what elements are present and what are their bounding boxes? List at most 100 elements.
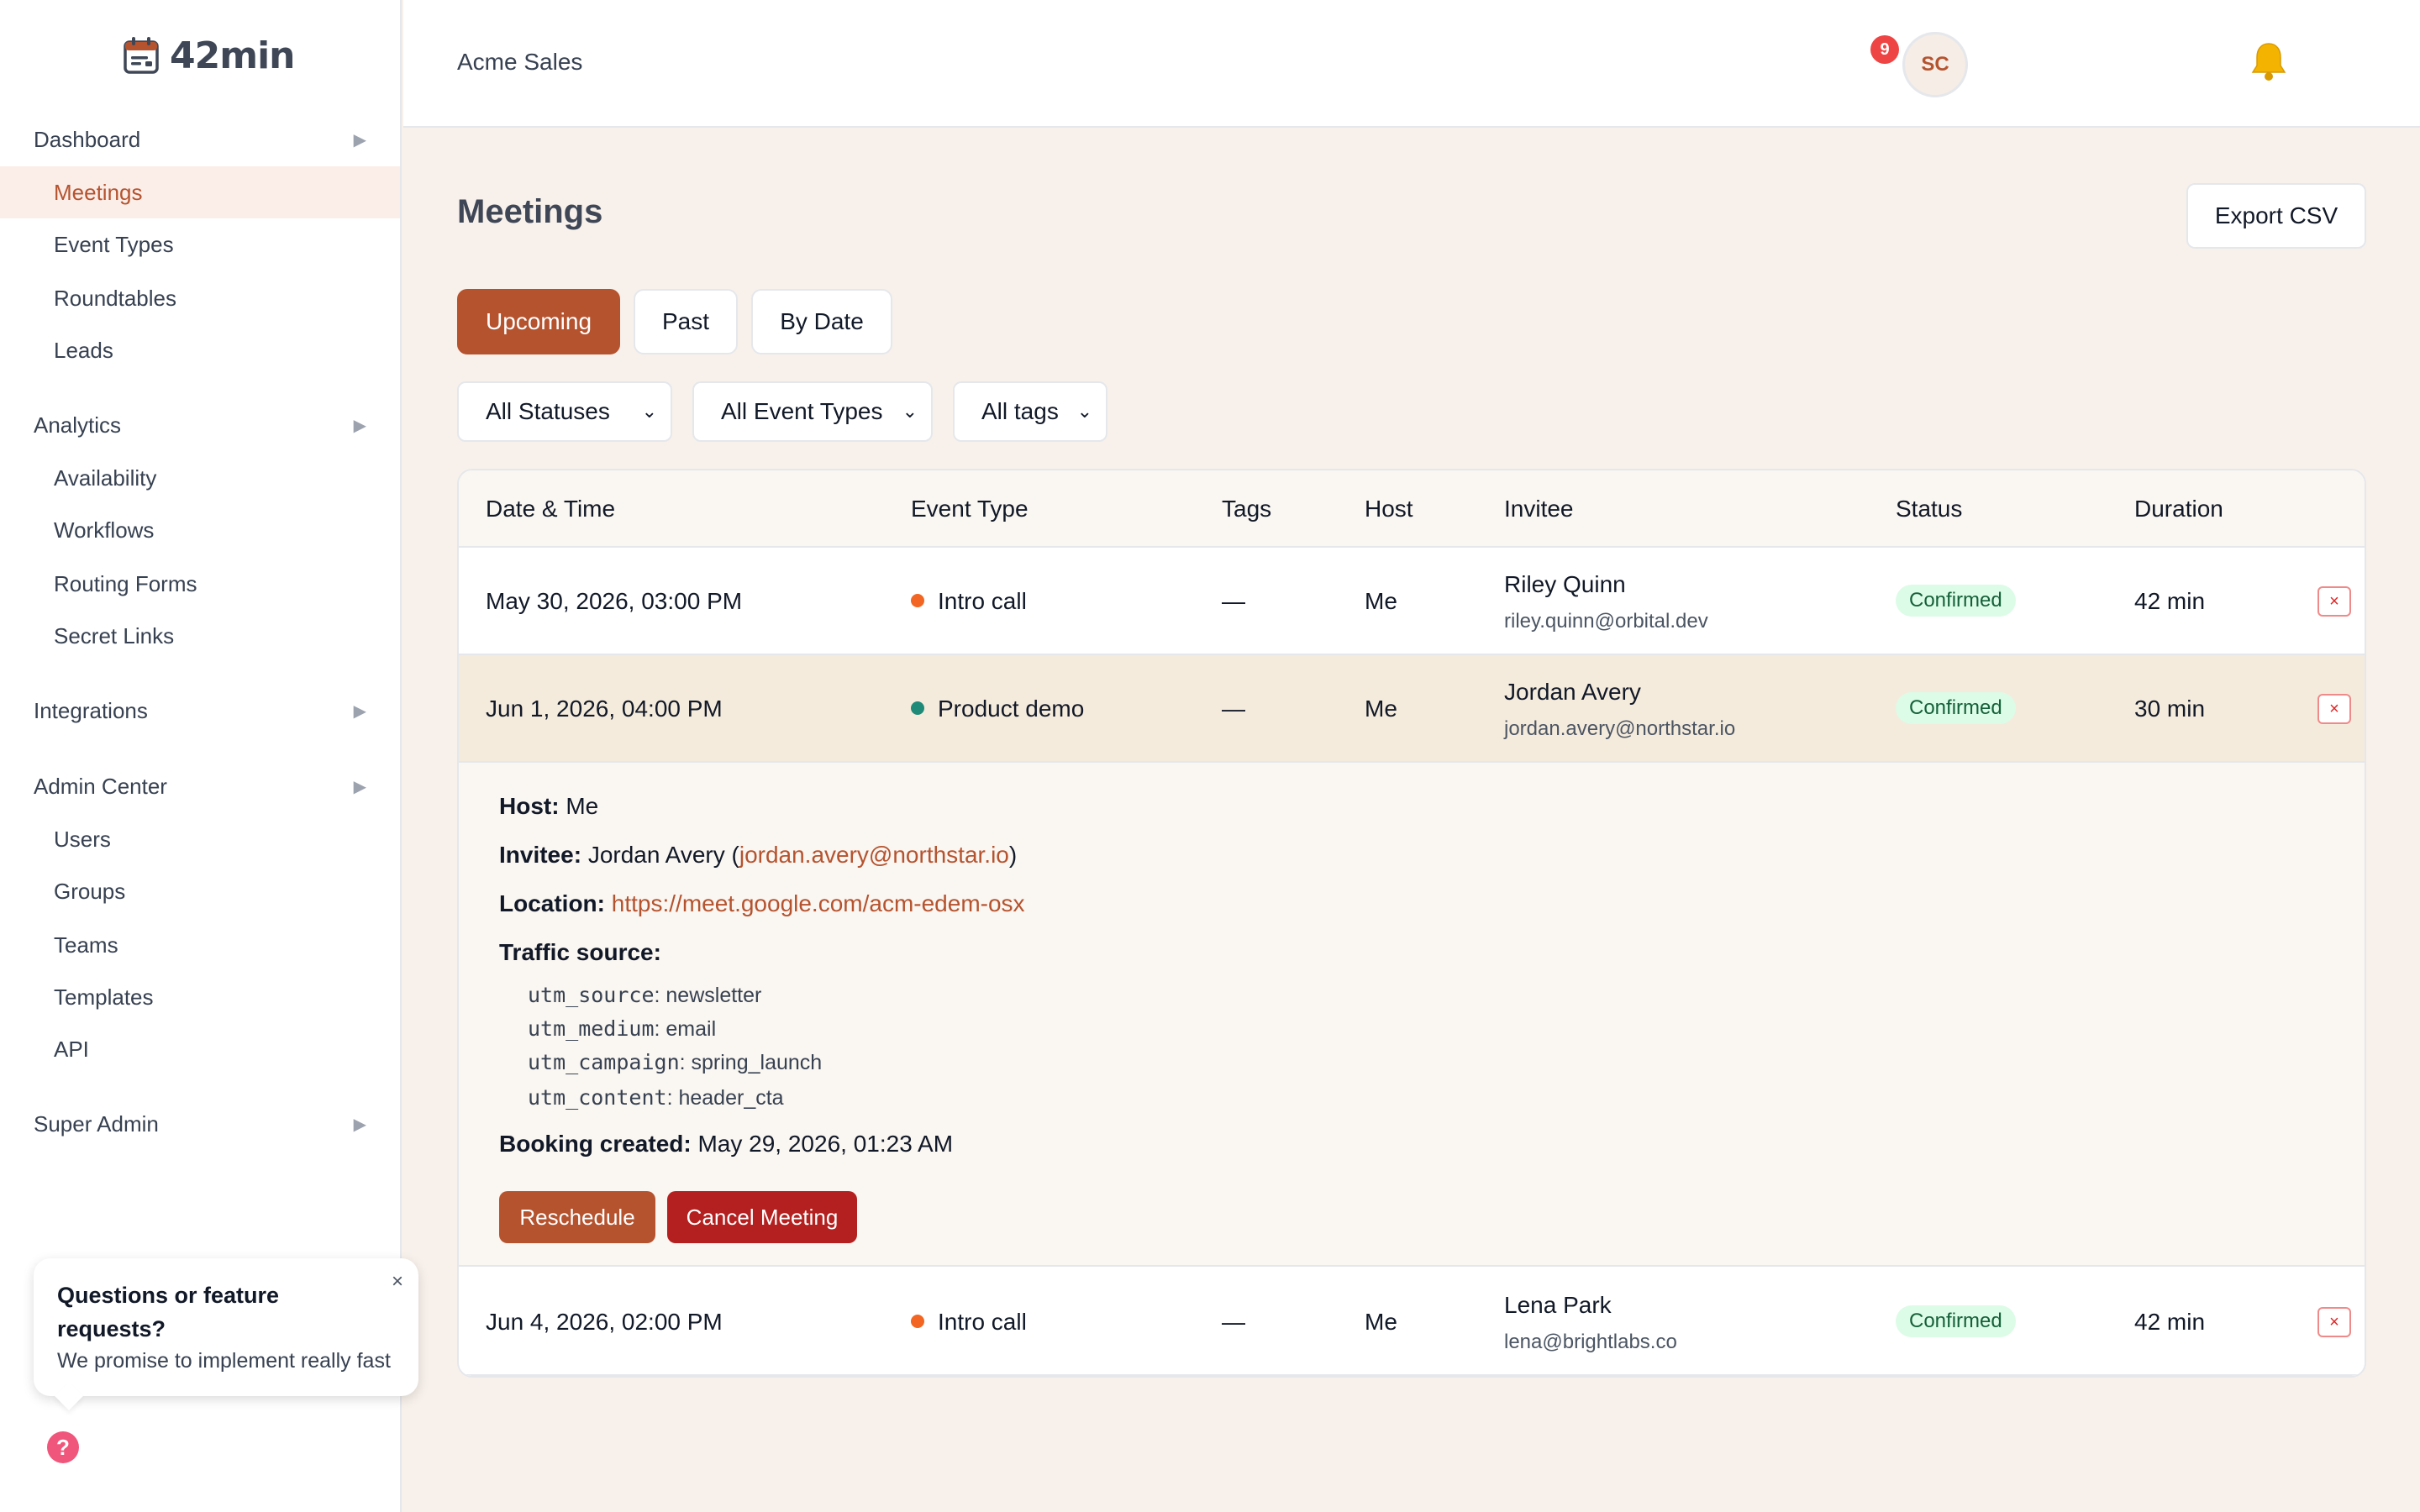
section-label: Integrations [34, 697, 148, 723]
tab-by-date[interactable]: By Date [751, 289, 892, 354]
sidebar-item-api[interactable]: API [0, 1023, 400, 1075]
sidebar-item-routing-forms[interactable]: Routing Forms [0, 558, 400, 610]
event-color-dot [911, 701, 924, 715]
table-row[interactable]: May 30, 2026, 03:00 PM Intro call — Me R… [459, 548, 2365, 655]
detail-location: Location: https://meet.google.com/acm-ed… [499, 890, 1025, 917]
sidebar-item-templates[interactable]: Templates [0, 971, 400, 1023]
calendar-icon [124, 37, 159, 74]
sidebar-item-leads[interactable]: Leads [0, 324, 400, 376]
sidebar-section-dashboard[interactable]: Dashboard ▶ [34, 121, 366, 158]
utm-line: utm_content: header_cta [528, 1085, 784, 1110]
reschedule-button[interactable]: Reschedule [499, 1191, 655, 1243]
utm-value: : email [654, 1017, 717, 1041]
event-type-label: Intro call [938, 1309, 1027, 1335]
detail-traffic-source: Traffic source: [499, 939, 661, 966]
sidebar-item-groups[interactable]: Groups [0, 865, 400, 917]
sidebar-item-meetings[interactable]: Meetings [0, 166, 400, 218]
column-header[interactable]: Duration [2134, 496, 2223, 522]
sidebar-section-integrations[interactable]: Integrations ▶ [34, 692, 366, 729]
sidebar-section-admin-center[interactable]: Admin Center ▶ [34, 768, 366, 805]
utm-line: utm_source: newsletter [528, 983, 761, 1008]
datetime-cell: Jun 4, 2026, 02:00 PM [486, 1309, 723, 1335]
host-cell: Me [1365, 1309, 1397, 1335]
section-label: Dashboard [34, 126, 141, 152]
sidebar-section-super-admin[interactable]: Super Admin ▶ [34, 1105, 366, 1142]
top-header: Acme Sales 9 SC [403, 0, 2420, 128]
detail-invitee: Invitee: Jordan Avery (jordan.avery@nort… [499, 842, 1018, 868]
select-value: All tags [981, 398, 1059, 424]
table-row[interactable]: Jun 1, 2026, 04:00 PM Product demo — Me … [459, 655, 2365, 763]
datetime-cell: Jun 1, 2026, 04:00 PM [486, 696, 723, 722]
chevron-down-icon: ⌄ [902, 401, 918, 422]
column-header[interactable]: Tags [1222, 496, 1271, 522]
detail-value: May 29, 2026, 01:23 AM [697, 1131, 954, 1157]
sidebar-item-availability[interactable]: Availability [0, 452, 400, 504]
chevron-down-icon: ⌄ [641, 401, 657, 422]
detail-label: Invitee: [499, 842, 582, 868]
status-badge: Confirmed [1896, 585, 2016, 617]
event-type-cell: Product demo [911, 696, 1084, 722]
close-icon[interactable]: × [392, 1270, 403, 1294]
table-row[interactable]: Jun 4, 2026, 02:00 PM Intro call — Me Le… [459, 1268, 2365, 1376]
duration-cell: 42 min [2134, 1309, 2206, 1335]
meeting-details: Host: Me Invitee: Jordan Avery (jordan.a… [459, 763, 2365, 1267]
sidebar-item-roundtables[interactable]: Roundtables [0, 272, 400, 324]
column-header[interactable]: Invitee [1504, 496, 1574, 522]
event-type-filter-select[interactable]: All Event Types ⌄ [692, 381, 933, 442]
event-color-dot [911, 1315, 924, 1328]
detail-label: Booking created: [499, 1131, 692, 1157]
notifications-button[interactable] [2249, 40, 2289, 82]
export-csv-button[interactable]: Export CSV [2186, 183, 2366, 249]
sidebar-section-analytics[interactable]: Analytics ▶ [34, 407, 366, 444]
utm-value: : header_cta [666, 1086, 784, 1110]
detail-value: Jordan Avery [587, 842, 725, 868]
tab-past[interactable]: Past [634, 289, 738, 354]
sidebar-item-event-types[interactable]: Event Types [0, 218, 400, 270]
host-cell: Me [1365, 696, 1397, 722]
logo[interactable]: 42min [123, 32, 295, 79]
column-header[interactable]: Date & Time [486, 496, 615, 522]
status-badge: Confirmed [1896, 1305, 2016, 1337]
popup-subtitle: We promise to implement really fast [57, 1349, 391, 1373]
feature-request-popup: Questions or feature requests? We promis… [34, 1258, 418, 1396]
event-type-label: Product demo [938, 696, 1085, 722]
status-badge: Confirmed [1896, 692, 2016, 724]
utm-key: utm_content [528, 1085, 667, 1110]
delete-button[interactable]: × [2317, 586, 2351, 617]
sidebar-item-teams[interactable]: Teams [0, 919, 400, 971]
delete-button[interactable]: × [2317, 694, 2351, 724]
utm-value: : newsletter [654, 984, 762, 1007]
status-filter-select[interactable]: All Statuses ⌄ [457, 381, 672, 442]
avatar[interactable]: SC [1902, 32, 1968, 97]
table-header: Date & Time Event Type Tags Host Invitee… [459, 470, 2365, 548]
sidebar-item-secret-links[interactable]: Secret Links [0, 610, 400, 662]
utm-key: utm_source [528, 983, 655, 1007]
event-type-cell: Intro call [911, 588, 1027, 615]
help-icon[interactable]: ? [47, 1431, 79, 1463]
page-title: Meetings [457, 193, 603, 230]
sidebar-item-users[interactable]: Users [0, 813, 400, 865]
section-label: Super Admin [34, 1110, 159, 1137]
invitee-name: Lena Park [1504, 1292, 1612, 1318]
invitee-email-link[interactable]: jordan.avery@northstar.io [739, 842, 1009, 868]
section-label: Analytics [34, 412, 122, 438]
tab-upcoming[interactable]: Upcoming [457, 289, 620, 354]
tags-cell: — [1222, 588, 1245, 614]
detail-booking-created: Booking created: May 29, 2026, 01:23 AM [499, 1131, 953, 1158]
detail-value: Me [566, 793, 599, 819]
utm-line: utm_campaign: spring_launch [528, 1050, 822, 1075]
location-link[interactable]: https://meet.google.com/acm-edem-osx [612, 890, 1025, 916]
chevron-right-icon: ▶ [353, 1115, 366, 1134]
column-header[interactable]: Event Type [911, 496, 1028, 522]
column-header[interactable]: Host [1365, 496, 1413, 522]
cancel-meeting-button[interactable]: Cancel Meeting [667, 1191, 857, 1243]
host-cell: Me [1365, 588, 1397, 614]
sidebar-item-workflows[interactable]: Workflows [0, 504, 400, 556]
select-value: All Event Types [721, 398, 883, 424]
tags-filter-select[interactable]: All tags ⌄ [953, 381, 1107, 442]
detail-label: Host: [499, 793, 560, 819]
column-header[interactable]: Status [1896, 496, 1962, 522]
invitee-email: riley.quinn@orbital.dev [1504, 610, 1708, 633]
delete-button[interactable]: × [2317, 1307, 2351, 1337]
event-color-dot [911, 594, 924, 607]
